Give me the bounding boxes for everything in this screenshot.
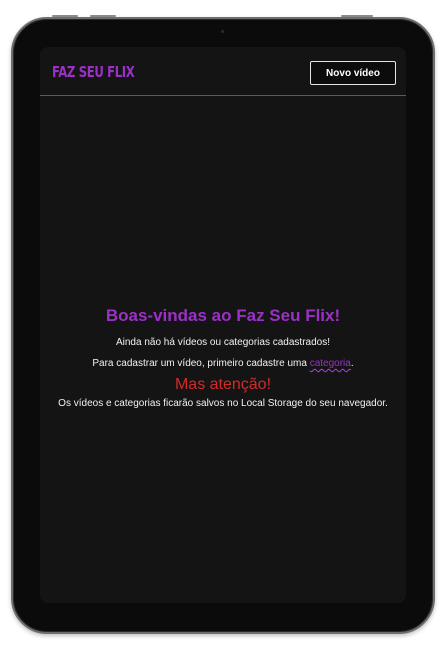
hardware-button-top-left <box>52 15 78 17</box>
storage-note: Os vídeos e categorias ficarão salvos no… <box>58 398 388 409</box>
camera-icon <box>221 30 224 33</box>
logo[interactable]: FAZ SEU FLIX <box>52 63 135 81</box>
hardware-button-top-left-2 <box>90 15 116 17</box>
register-instruction-suffix: . <box>350 358 354 369</box>
category-link[interactable]: categoria <box>310 358 351 369</box>
warning-heading: Mas atenção! <box>174 376 272 393</box>
app-header: FAZ SEU FLIX Novo vídeo <box>40 55 406 96</box>
register-instruction-prefix: Para cadastrar um vídeo, primeiro cadast… <box>92 358 310 369</box>
register-instruction: Para cadastrar um vídeo, primeiro cadast… <box>40 357 406 370</box>
welcome-title: Boas-vindas ao Faz Seu Flix! <box>105 306 341 325</box>
hardware-button-top-right <box>341 15 373 17</box>
app-screen: FAZ SEU FLIX Novo vídeo Boas-vindas ao F… <box>40 47 406 603</box>
no-content-message: Ainda não há vídeos ou categorias cadast… <box>115 337 331 348</box>
new-video-button[interactable]: Novo vídeo <box>310 61 396 85</box>
welcome-section: Boas-vindas ao Faz Seu Flix! Ainda não h… <box>40 305 406 410</box>
